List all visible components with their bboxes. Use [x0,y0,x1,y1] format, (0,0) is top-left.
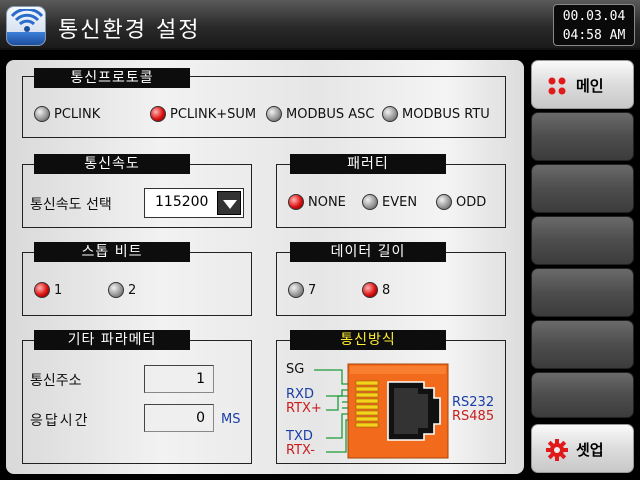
radio-stop-bit-1[interactable]: 1 [34,282,62,298]
sidebar-blank-button-4[interactable] [531,268,634,317]
sidebar-blank-button-3[interactable] [531,216,634,265]
parity-group-title: 패러티 [290,154,446,174]
sg-pin-label: SG [286,362,305,377]
radio-label: 7 [308,282,317,298]
radio-indicator-icon [150,106,166,122]
radio-data-length-8[interactable]: 8 [362,282,390,298]
radio-label: 8 [382,282,391,298]
sidebar-blank-button-2[interactable] [531,164,634,213]
radio-indicator-icon [288,282,304,298]
main-menu-icon [548,77,566,95]
header-bar: 통신환경 설정 00.03.04 04:58 AM [0,0,640,50]
setup-button[interactable]: 셋업 [531,424,634,473]
comm-method-group-title: 통신방식 [290,330,446,350]
baud-rate-value: 115200 [155,194,209,210]
sidebar-blank-button-6[interactable] [531,372,634,418]
settings-panel: 통신프로토콜 PCLINK PCLINK+SUM MODBUS ASC MODB… [6,60,524,474]
radio-indicator-icon [382,106,398,122]
response-time-unit: MS [221,412,241,427]
radio-label: ODD [456,194,487,210]
radio-modbus-asc[interactable]: MODBUS ASC [266,106,375,122]
stop-bit-group-title: 스톱 비트 [34,242,190,262]
datetime-display: 00.03.04 04:58 AM [553,4,635,46]
radio-indicator-icon [34,106,50,122]
baud-rate-select[interactable]: 115200 [144,188,244,218]
radio-parity-none[interactable]: NONE [288,194,346,210]
gear-icon [546,439,568,461]
radio-indicator-icon [266,106,282,122]
radio-pclink[interactable]: PCLINK [34,106,100,122]
response-time-label: 응답시간 [30,413,90,429]
data-length-group-title: 데이터 길이 [290,242,446,262]
response-time-field[interactable]: 0 [144,404,214,432]
radio-label: 1 [54,282,63,298]
radio-pclink-sum[interactable]: PCLINK+SUM [150,106,256,122]
radio-label: NONE [308,194,346,210]
radio-label: 2 [128,282,137,298]
radio-indicator-icon [108,282,124,298]
radio-indicator-icon [436,194,452,210]
sidebar-blank-button-1[interactable] [531,112,634,161]
radio-indicator-icon [288,194,304,210]
radio-indicator-icon [34,282,50,298]
radio-label: PCLINK+SUM [170,106,257,122]
date-text: 00.03.04 [562,9,626,24]
radio-indicator-icon [362,282,378,298]
speed-select-label: 통신속도 선택 [30,197,112,213]
radio-parity-even[interactable]: EVEN [362,194,417,210]
speed-group-title: 통신속도 [34,154,190,174]
rj45-connector-icon [314,363,449,459]
address-label: 통신주소 [30,373,82,389]
page-title: 통신환경 설정 [58,18,201,43]
comm-settings-app-icon [6,6,46,46]
other-params-group-title: 기타 파라메터 [34,330,190,350]
radio-label: MODBUS RTU [402,106,490,122]
radio-label: PCLINK [54,106,101,122]
dropdown-arrow-icon[interactable] [217,191,241,215]
radio-label: MODBUS ASC [286,106,375,122]
radio-label: EVEN [382,194,418,210]
protocol-group-title: 통신프로토콜 [34,68,190,88]
rs485-label: RS485 [452,409,495,424]
radio-stop-bit-2[interactable]: 2 [108,282,136,298]
main-menu-button[interactable]: 메인 [531,60,634,109]
main-menu-label: 메인 [576,77,604,95]
setup-label: 셋업 [576,441,604,459]
time-text: 04:58 AM [562,28,626,43]
sidebar-blank-button-5[interactable] [531,320,634,369]
rs232-label: RS232 [452,395,495,410]
other-params-group [22,340,252,464]
radio-parity-odd[interactable]: ODD [436,194,486,210]
address-field[interactable]: 1 [144,365,214,393]
radio-data-length-7[interactable]: 7 [288,282,316,298]
radio-modbus-rtu[interactable]: MODBUS RTU [382,106,490,122]
radio-indicator-icon [362,194,378,210]
